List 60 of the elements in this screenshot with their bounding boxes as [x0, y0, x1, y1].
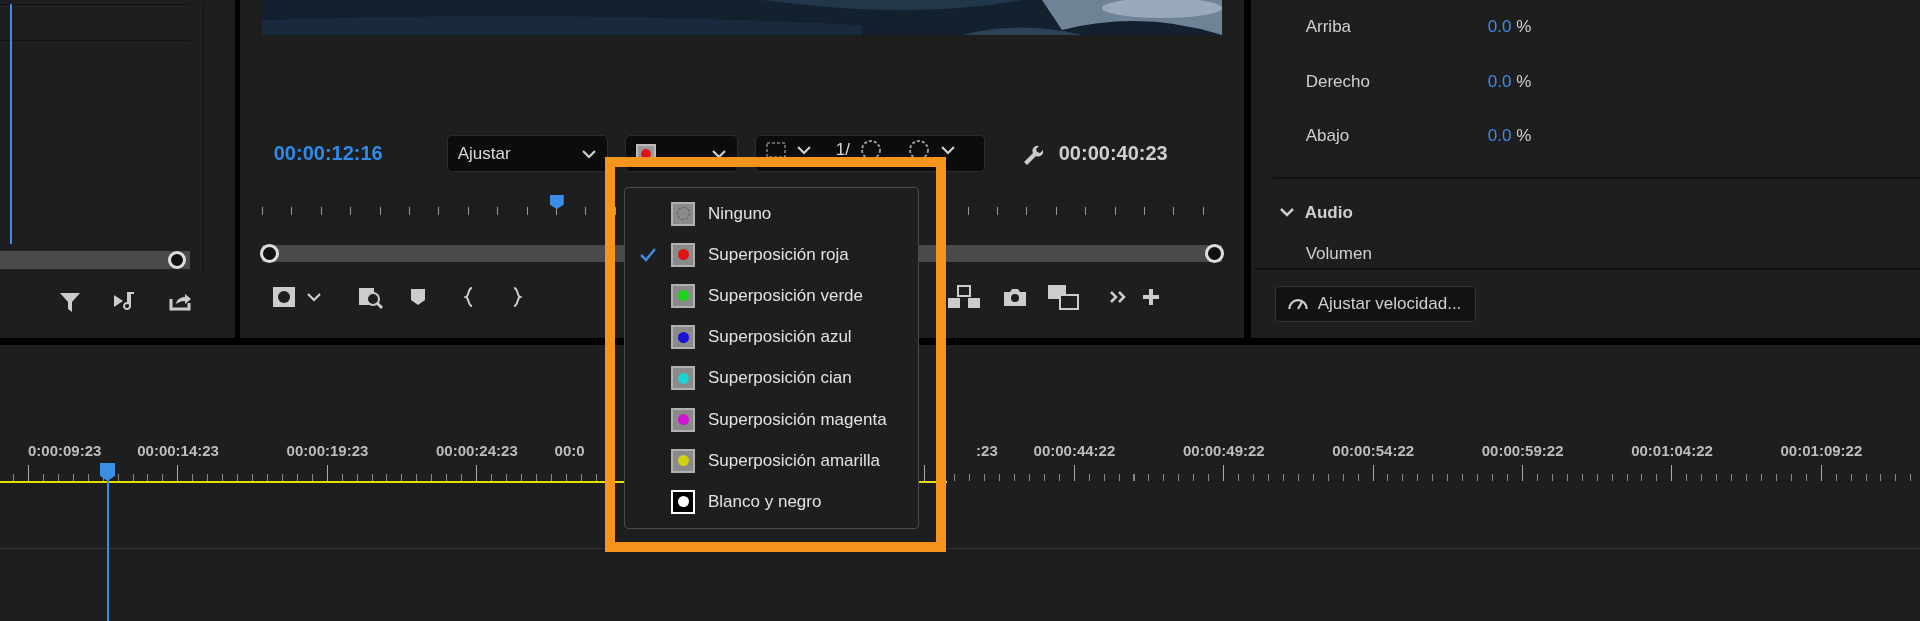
time-label: 00:00:19:23	[286, 442, 369, 461]
property-label: Arriba	[1305, 17, 1353, 38]
property-label: Abajo	[1305, 126, 1351, 147]
dashed-square-icon	[765, 141, 786, 158]
current-timecode: 00:00:12:16	[273, 142, 384, 165]
time-label: 00:01:04:22	[1631, 442, 1713, 461]
filter-icon[interactable]	[58, 290, 82, 314]
film-stack-icon[interactable]	[1046, 284, 1079, 310]
in-point-icon[interactable]	[463, 287, 474, 307]
menu-item[interactable]: Superposición azul	[625, 316, 918, 358]
time-label: 00:00:59:22	[1481, 442, 1564, 461]
speedometer-icon	[1287, 297, 1308, 310]
clip-search-icon[interactable]	[357, 285, 384, 309]
section-header[interactable]: Audio	[1304, 202, 1353, 223]
menu-item[interactable]: Superposición verde	[625, 275, 918, 317]
menu-item[interactable]: Superposición cian	[625, 357, 918, 399]
chevron-icon	[710, 148, 727, 159]
time-label: 00:00:54:22	[1332, 442, 1415, 461]
time-label: 00:00:44:22	[1033, 442, 1116, 461]
property-value[interactable]: 0.0	[1487, 71, 1512, 92]
menu-item[interactable]: Superposición magenta	[625, 398, 918, 441]
chevron-icon	[580, 148, 597, 159]
marker-icon[interactable]	[409, 288, 426, 306]
time-label: 00:0	[554, 442, 585, 461]
speed-button[interactable]: Ajustar velocidad...	[1274, 285, 1477, 322]
property-value[interactable]: 0.0	[1487, 17, 1512, 38]
unit-label: %	[1516, 71, 1532, 92]
time-label: 00:00:14:23	[137, 442, 219, 461]
menu-item[interactable]: Blanco y negro	[625, 481, 918, 523]
time-label: :23	[976, 442, 998, 461]
scroll-handle[interactable]	[1204, 244, 1224, 263]
property-label: Volumen	[1305, 243, 1372, 264]
scroll-handle[interactable]	[259, 244, 279, 263]
property-value[interactable]: 0.0	[1487, 126, 1512, 147]
time-label: 00:01:09:22	[1780, 442, 1863, 461]
chevron-icon	[939, 144, 956, 155]
scroll-bar[interactable]	[0, 251, 190, 269]
out-point-icon[interactable]	[511, 287, 522, 307]
chevron-icon	[305, 292, 322, 302]
plus-icon[interactable]	[1140, 287, 1161, 307]
swatch-icon	[671, 489, 695, 514]
zoom-dropdown[interactable]: Ajustar	[446, 135, 608, 172]
time-label: 00:00:49:22	[1182, 442, 1265, 461]
menu-item[interactable]: Ninguno	[625, 193, 918, 235]
playhead-marker[interactable]	[549, 195, 564, 209]
unit-label: %	[1516, 17, 1532, 38]
camera-icon[interactable]	[1002, 287, 1027, 307]
menu-item[interactable]: Superposición roja	[625, 234, 918, 276]
property-label: Derecho	[1305, 71, 1371, 92]
chevron-down-icon[interactable]	[1278, 206, 1295, 219]
menu-item[interactable]: Superposición amarilla	[625, 440, 918, 482]
chevron-icon	[795, 144, 812, 155]
duration-timecode: 00:00:40:23	[1058, 142, 1168, 165]
playhead-marker[interactable]	[100, 463, 115, 480]
time-label: 0:00:09:23	[28, 442, 102, 461]
double-chevron-icon[interactable]	[1108, 290, 1127, 304]
time-label: 00:00:24:23	[436, 442, 518, 461]
swatch-icon	[671, 201, 695, 226]
scroll-handle[interactable]	[168, 251, 186, 269]
unit-label: %	[1516, 126, 1532, 147]
